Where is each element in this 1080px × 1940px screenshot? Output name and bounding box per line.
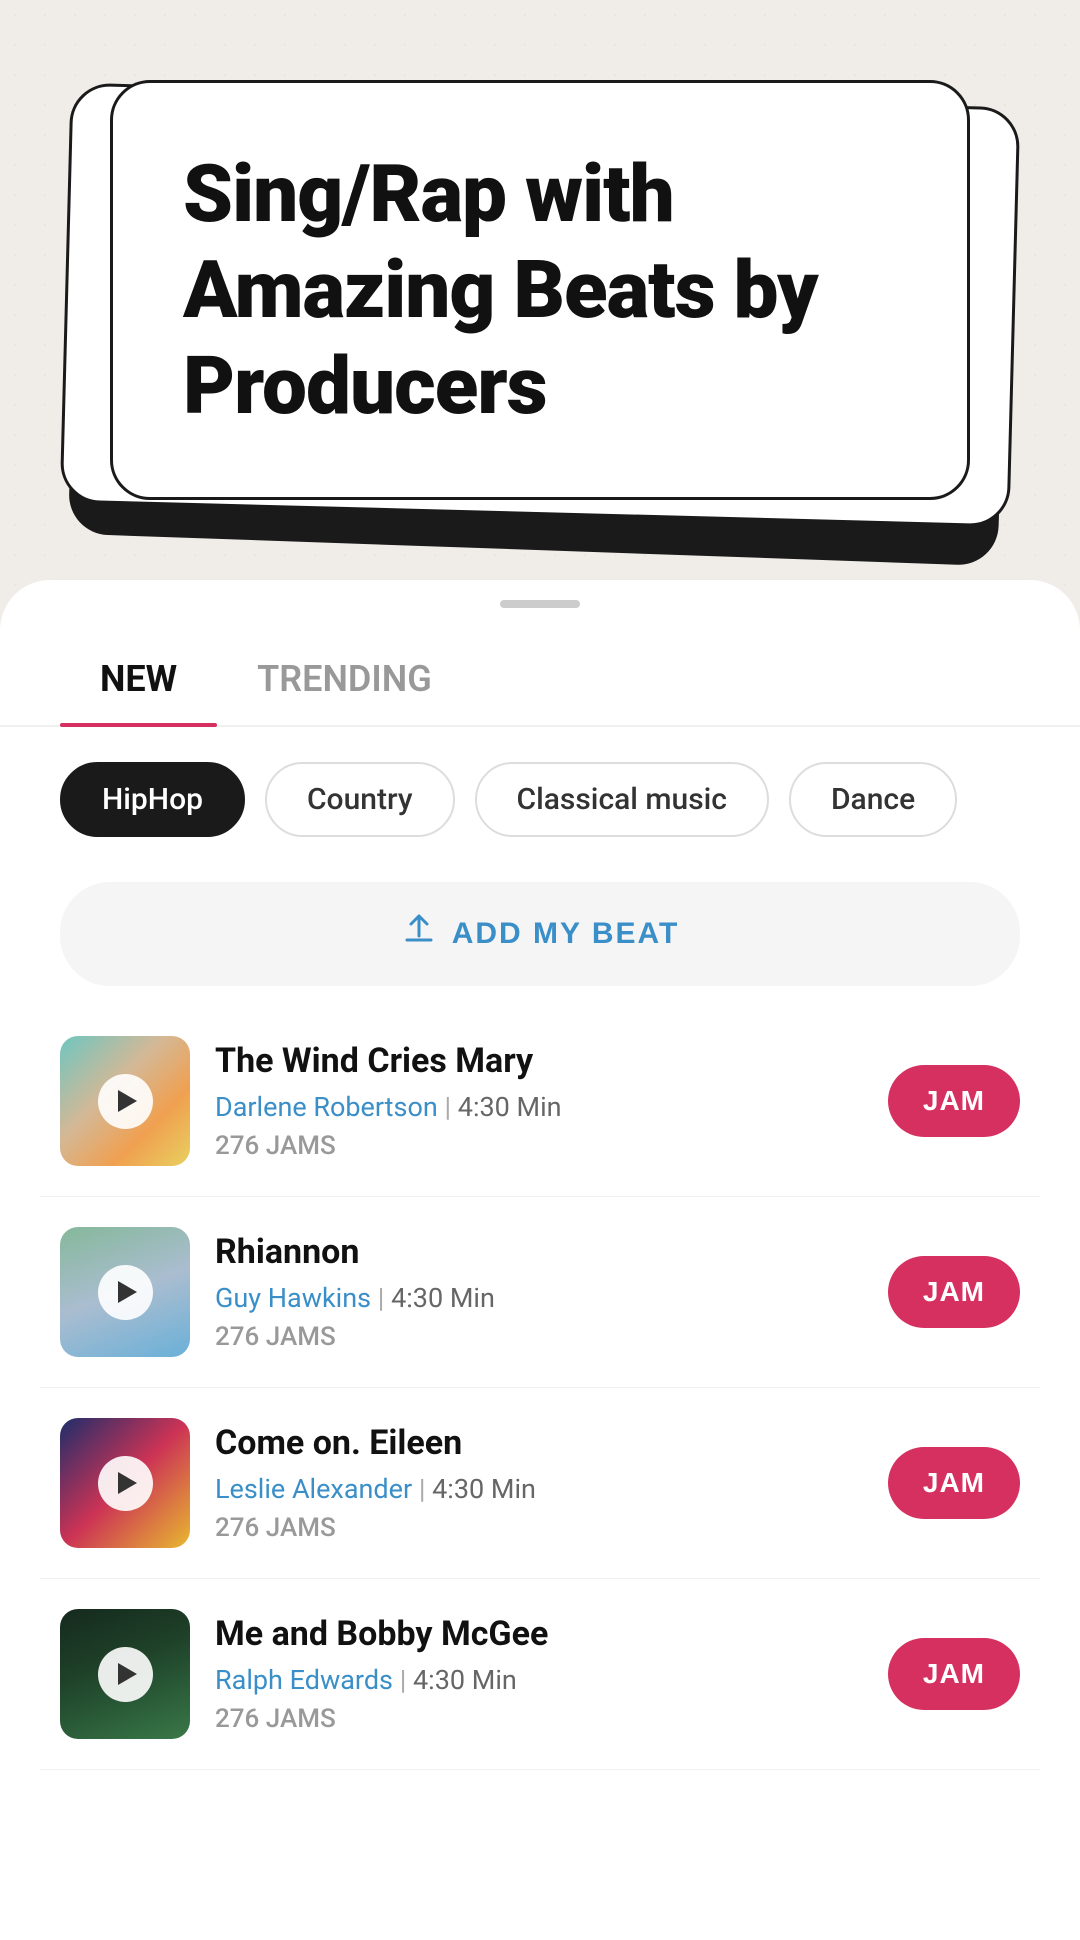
add-beat-button[interactable]: ADD MY BEAT [60, 882, 1020, 986]
drag-handle[interactable] [500, 600, 580, 608]
jam-button[interactable]: JAM [888, 1065, 1020, 1137]
genre-chip-classical[interactable]: Classical music [475, 762, 769, 837]
track-item: The Wind Cries Mary Darlene Robertson | … [40, 1006, 1040, 1197]
track-info: Come on. Eileen Leslie Alexander | 4:30 … [215, 1423, 863, 1543]
play-icon [118, 1663, 137, 1685]
genre-chip-country[interactable]: Country [265, 762, 455, 837]
track-info: The Wind Cries Mary Darlene Robertson | … [215, 1041, 863, 1161]
track-artist[interactable]: Guy Hawkins [215, 1282, 371, 1314]
track-artist[interactable]: Leslie Alexander [215, 1473, 412, 1505]
track-info: Me and Bobby McGee Ralph Edwards | 4:30 … [215, 1614, 863, 1734]
track-artist[interactable]: Darlene Robertson [215, 1091, 438, 1123]
track-jams: 276 JAMS [215, 1131, 863, 1161]
track-jams: 276 JAMS [215, 1704, 863, 1734]
track-title: Me and Bobby McGee [215, 1614, 863, 1654]
track-duration: 4:30 Min [413, 1664, 517, 1696]
track-meta: Ralph Edwards | 4:30 Min [215, 1664, 863, 1696]
track-item: Come on. Eileen Leslie Alexander | 4:30 … [40, 1388, 1040, 1579]
track-duration: 4:30 Min [432, 1473, 536, 1505]
jam-button[interactable]: JAM [888, 1638, 1020, 1710]
genre-chip-dance[interactable]: Dance [789, 762, 957, 837]
play-icon [118, 1281, 137, 1303]
bottom-sheet: NEW TRENDING HipHop Country Classical mu… [0, 580, 1080, 1940]
track-jams: 276 JAMS [215, 1322, 863, 1352]
track-title: Come on. Eileen [215, 1423, 863, 1463]
genre-chip-hiphop[interactable]: HipHop [60, 762, 245, 837]
hero-card: Sing/Rap with Amazing Beats by Producers [110, 80, 970, 500]
track-title: Rhiannon [215, 1232, 863, 1272]
track-meta: Leslie Alexander | 4:30 Min [215, 1473, 863, 1505]
track-artist[interactable]: Ralph Edwards [215, 1664, 393, 1696]
track-item: Me and Bobby McGee Ralph Edwards | 4:30 … [40, 1579, 1040, 1770]
track-thumbnail[interactable] [60, 1609, 190, 1739]
play-icon [118, 1090, 137, 1112]
play-button[interactable] [98, 1074, 153, 1129]
play-icon [118, 1472, 137, 1494]
hero-section: Sing/Rap with Amazing Beats by Producers [0, 0, 1080, 570]
hero-title: Sing/Rap with Amazing Beats by Producers [183, 146, 897, 434]
play-button[interactable] [98, 1265, 153, 1320]
track-jams: 276 JAMS [215, 1513, 863, 1543]
track-thumbnail[interactable] [60, 1418, 190, 1548]
jam-button[interactable]: JAM [888, 1256, 1020, 1328]
tab-trending[interactable]: TRENDING [217, 638, 472, 725]
upload-icon [401, 912, 437, 956]
track-thumbnail[interactable] [60, 1036, 190, 1166]
jam-button[interactable]: JAM [888, 1447, 1020, 1519]
genre-row: HipHop Country Classical music Dance [0, 727, 1080, 872]
track-item: Rhiannon Guy Hawkins | 4:30 Min 276 JAMS… [40, 1197, 1040, 1388]
play-button[interactable] [98, 1647, 153, 1702]
track-list: The Wind Cries Mary Darlene Robertson | … [0, 1006, 1080, 1770]
track-duration: 4:30 Min [458, 1091, 562, 1123]
play-button[interactable] [98, 1456, 153, 1511]
track-duration: 4:30 Min [391, 1282, 495, 1314]
track-info: Rhiannon Guy Hawkins | 4:30 Min 276 JAMS [215, 1232, 863, 1352]
tab-new[interactable]: NEW [60, 638, 217, 725]
track-title: The Wind Cries Mary [215, 1041, 863, 1081]
track-thumbnail[interactable] [60, 1227, 190, 1357]
track-meta: Darlene Robertson | 4:30 Min [215, 1091, 863, 1123]
track-meta: Guy Hawkins | 4:30 Min [215, 1282, 863, 1314]
tabs-row: NEW TRENDING [0, 608, 1080, 727]
